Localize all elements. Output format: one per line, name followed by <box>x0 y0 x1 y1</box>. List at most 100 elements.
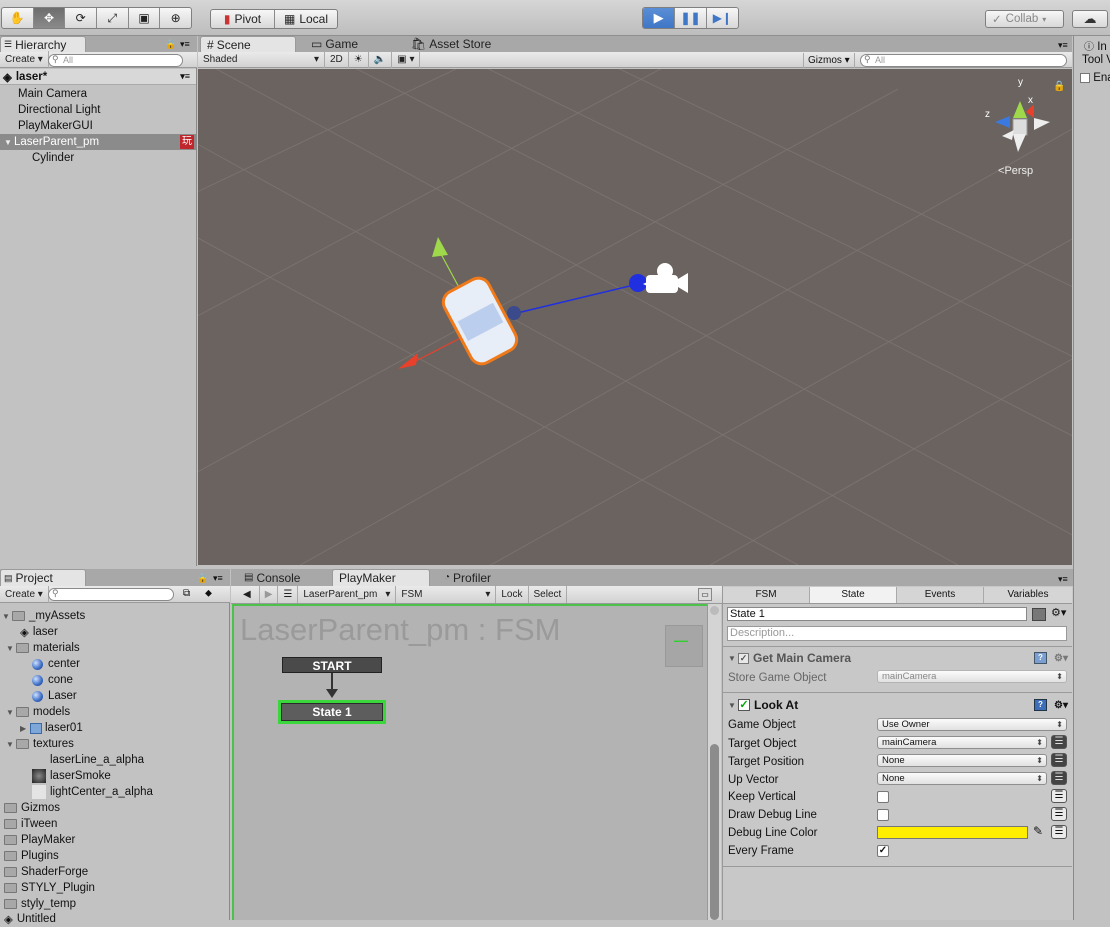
project-item[interactable]: laserSmoke <box>32 768 111 784</box>
variable-toggle-button[interactable]: ☰ <box>1051 807 1067 821</box>
create-dropdown[interactable]: Create ▾ <box>0 51 49 68</box>
help-icon[interactable]: ? <box>1034 652 1047 664</box>
hierarchy-search[interactable]: All <box>48 54 183 67</box>
graph-scrollbar[interactable] <box>707 604 721 920</box>
target-position-dropdown[interactable]: None <box>877 754 1047 767</box>
forward-icon[interactable]: ▶ <box>260 586 279 603</box>
project-item[interactable]: center <box>32 656 80 672</box>
tab-scene[interactable]: # Scene <box>200 36 296 52</box>
fsm-graph[interactable] <box>232 604 721 920</box>
lock-icon[interactable]: 🔒 <box>165 39 176 50</box>
local-button[interactable]: ▦ Local <box>275 10 337 28</box>
scene-menu-icon[interactable]: ▾≡ <box>180 71 190 82</box>
collab-button[interactable]: ✓ Collab ▾ <box>985 10 1064 28</box>
menu-icon[interactable]: ☰ <box>278 586 299 603</box>
orientation-gizmo[interactable] <box>995 101 1050 152</box>
variable-toggle-button[interactable]: ☰ <box>1051 753 1067 767</box>
project-item[interactable]: ◈ laser <box>20 624 58 640</box>
filter-type-icon[interactable]: ⧉ <box>183 588 190 599</box>
lock-icon[interactable]: 🔒 <box>197 573 208 584</box>
enabled-checkbox[interactable]: ✓ <box>738 652 749 664</box>
game-object-dropdown[interactable]: Use Owner <box>877 718 1067 731</box>
minimap[interactable]: — <box>665 625 703 667</box>
back-icon[interactable]: ◀ <box>231 586 260 603</box>
eyedropper-icon[interactable]: ✎ <box>1033 824 1043 838</box>
z-axis-handle[interactable] <box>507 306 521 320</box>
expand-icon[interactable]: ▼ <box>4 138 14 147</box>
step-icon[interactable]: ▶❙ <box>707 8 738 28</box>
cloud-button[interactable]: ☁ <box>1072 10 1108 28</box>
hand-icon[interactable]: ✋ <box>2 8 34 28</box>
tab-profiler[interactable]: ◔ Profiler <box>438 569 497 586</box>
camera-gizmo-icon[interactable] <box>629 263 688 293</box>
tab-console[interactable]: ▤ Console <box>238 569 306 586</box>
project-item[interactable]: laserLine_a_alpha <box>32 752 144 768</box>
move-icon[interactable]: ✥ <box>33 8 66 28</box>
gizmos-dropdown[interactable]: Gizmos ▾ <box>803 53 855 68</box>
project-item[interactable]: iTween <box>4 816 57 832</box>
gear-icon[interactable]: ⚙▾ <box>1054 700 1068 711</box>
project-search[interactable] <box>48 588 174 601</box>
gear-icon[interactable]: ⚙▾ <box>1051 606 1066 619</box>
object-dropdown[interactable]: LaserParent_pm ▾ <box>298 586 397 603</box>
state-name-input[interactable]: State 1 <box>727 607 1027 621</box>
project-item[interactable]: ▼ _myAssets <box>2 608 85 624</box>
hierarchy-item-cylinder[interactable]: Cylinder <box>0 150 196 166</box>
tab-asset-store[interactable]: 🛍 Asset Store <box>405 36 497 52</box>
variable-toggle-button[interactable]: ☰ <box>1051 789 1067 803</box>
tab-events[interactable]: Events <box>897 587 984 603</box>
state-node[interactable]: State 1 <box>278 700 386 724</box>
gear-icon[interactable]: ⚙▾ <box>1054 653 1068 664</box>
up-vector-dropdown[interactable]: None <box>877 772 1047 785</box>
enabled-checkbox[interactable]: ✓ <box>738 699 750 711</box>
play-icon[interactable]: ▶ <box>643 8 676 28</box>
variable-toggle-button[interactable]: ☰ <box>1051 735 1067 749</box>
project-item[interactable]: lightCenter_a_alpha <box>32 784 153 800</box>
tab-state[interactable]: State <box>810 587 897 603</box>
variable-toggle-button[interactable]: ☰ <box>1051 825 1067 839</box>
project-item[interactable]: PlayMaker <box>4 832 75 848</box>
rotate-icon[interactable]: ⟳ <box>65 8 98 28</box>
project-item[interactable]: Laser <box>32 688 77 704</box>
target-object-dropdown[interactable]: mainCamera <box>877 736 1047 749</box>
selected-cylinder[interactable] <box>439 274 521 368</box>
project-item[interactable]: ▼ materials <box>6 640 80 656</box>
tab-project[interactable]: ▤ Project <box>0 569 86 586</box>
audio-icon[interactable]: 🔈 <box>369 51 393 68</box>
persp-label[interactable]: <Persp <box>998 165 1033 177</box>
minimap-toggle-icon[interactable]: ▭ <box>698 588 712 601</box>
action-get-main-camera[interactable]: ▼ ✓ Get Main Camera ? ⚙▾ <box>724 648 1072 668</box>
panel-menu-icon[interactable]: ▾≡ <box>180 39 190 50</box>
pivot-button[interactable]: ▮ Pivot <box>211 10 275 28</box>
fsm-dropdown[interactable]: FSM ▾ <box>396 586 497 603</box>
pause-icon[interactable]: ❚❚ <box>675 8 707 28</box>
transform-icon[interactable]: ⊕ <box>160 8 191 28</box>
keep-vertical-checkbox[interactable] <box>877 791 889 803</box>
scroll-up-icon[interactable] <box>710 606 719 615</box>
tab-playmaker[interactable]: PlayMaker <box>332 569 430 586</box>
rect-icon[interactable]: ▣ <box>129 8 161 28</box>
project-item[interactable]: styly_temp <box>4 896 76 912</box>
scene-search[interactable]: All <box>860 54 1067 67</box>
lighting-icon[interactable]: ☀ <box>349 51 369 68</box>
tab-hierarchy[interactable]: ☰ Hierarchy <box>0 36 86 52</box>
inspector-enable-row[interactable]: Ena <box>1080 72 1110 84</box>
filter-label-icon[interactable]: ⬥ <box>205 588 212 599</box>
project-item[interactable]: Plugins <box>4 848 59 864</box>
scale-icon[interactable]: ⤢ <box>97 8 129 28</box>
state-color-swatch[interactable] <box>1032 608 1046 621</box>
description-field[interactable]: Description... <box>727 626 1067 641</box>
draw-debug-line-checkbox[interactable] <box>877 809 889 821</box>
shading-dropdown[interactable]: Shaded ▾ <box>198 51 325 68</box>
effects-icon[interactable]: ▣ ▾ <box>392 51 421 68</box>
hierarchy-item-directional-light[interactable]: Directional Light <box>0 102 196 118</box>
tab-fsm[interactable]: FSM <box>723 587 810 603</box>
collapse-icon[interactable]: ▼ <box>728 701 738 710</box>
hierarchy-item-playmakergui[interactable]: PlayMakerGUI <box>0 118 196 134</box>
help-icon[interactable]: ? <box>1034 699 1047 711</box>
action-look-at[interactable]: ▼ ✓ Look At ? ⚙▾ <box>724 695 1072 715</box>
project-item[interactable]: ▼ textures <box>6 736 74 752</box>
project-item[interactable]: ◈ Untitled <box>4 911 56 927</box>
mode-2d-button[interactable]: 2D <box>325 51 349 68</box>
hierarchy-item-main-camera[interactable]: Main Camera <box>0 86 196 102</box>
